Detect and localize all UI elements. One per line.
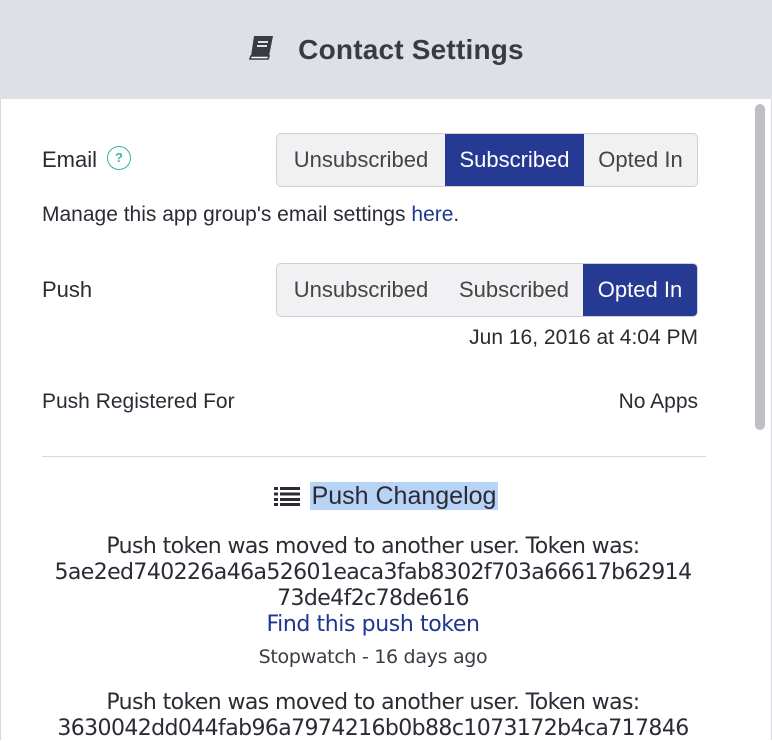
email-settings-note: Manage this app group's email settings h… bbox=[42, 203, 459, 227]
help-icon[interactable]: ? bbox=[107, 146, 131, 170]
changelog-token: 5ae2ed740226a46a52601eaca3fab8302f703a66… bbox=[54, 560, 693, 585]
push-label: Push bbox=[42, 277, 93, 302]
push-option-unsubscribed[interactable]: Unsubscribed bbox=[277, 264, 445, 316]
changelog-token-cont: 73de4f2c78de616 bbox=[277, 586, 469, 611]
push-opt-in-date: Jun 16, 2016 at 4:04 PM bbox=[469, 326, 698, 349]
list-icon bbox=[273, 484, 300, 513]
push-subscription-toggle[interactable]: Unsubscribed Subscribed Opted In bbox=[276, 263, 698, 317]
email-note-text: Manage this app group's email settings bbox=[42, 203, 412, 226]
push-option-opted-in[interactable]: Opted In bbox=[583, 264, 697, 316]
header-bar: Contact Settings bbox=[0, 0, 772, 99]
email-option-subscribed[interactable]: Subscribed bbox=[445, 134, 584, 186]
email-option-opted-in[interactable]: Opted In bbox=[584, 134, 697, 186]
email-option-unsubscribed[interactable]: Unsubscribed bbox=[277, 134, 445, 186]
find-push-token-link[interactable]: Find this push token bbox=[0, 612, 746, 638]
push-registered-label: Push Registered For bbox=[42, 390, 235, 413]
push-changelog-title: Push Changelog bbox=[309, 482, 499, 510]
email-label: Email bbox=[42, 147, 98, 172]
scrollbar-thumb[interactable] bbox=[755, 104, 765, 430]
changelog-message: Push token was moved to another user. To… bbox=[106, 534, 640, 559]
book-icon bbox=[248, 34, 276, 65]
email-note-suffix: . bbox=[453, 203, 460, 226]
changelog-entry: Push token was moved to another user. To… bbox=[0, 690, 746, 742]
email-subscription-toggle[interactable]: Unsubscribed Subscribed Opted In bbox=[276, 133, 698, 187]
push-option-subscribed[interactable]: Subscribed bbox=[445, 264, 583, 316]
push-registered-value: No Apps bbox=[618, 390, 698, 413]
changelog-message: Push token was moved to another user. To… bbox=[106, 690, 640, 715]
changelog-meta: Stopwatch - 16 days ago bbox=[258, 646, 488, 668]
email-settings-link[interactable]: here bbox=[411, 203, 453, 226]
changelog-token: 3630042dd044fab96a7974216b0b88c1073172b4… bbox=[57, 716, 689, 741]
changelog-entry: Push token was moved to another user. To… bbox=[0, 534, 746, 670]
page-title: Contact Settings bbox=[298, 33, 524, 65]
divider bbox=[42, 456, 706, 457]
push-changelog-heading: Push Changelog bbox=[0, 482, 772, 513]
